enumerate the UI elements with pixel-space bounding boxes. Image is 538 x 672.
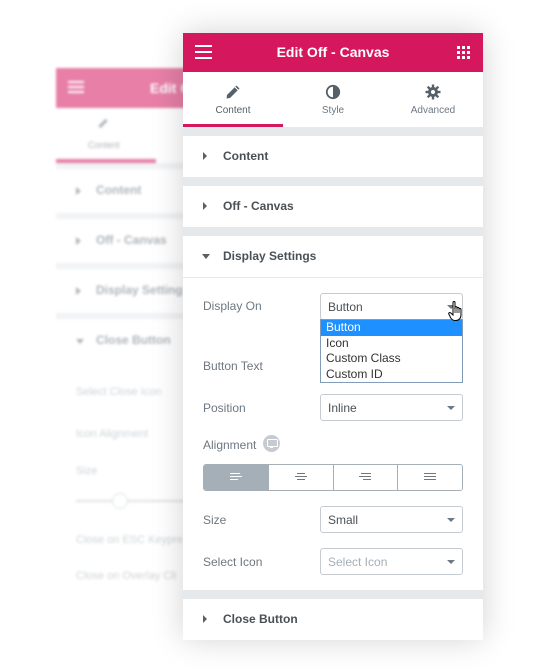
responsive-device-icon[interactable] bbox=[263, 435, 280, 452]
align-left-button[interactable] bbox=[204, 465, 269, 490]
screen: Edit O Content Content Off - Canvas Disp… bbox=[0, 0, 538, 672]
background-field-label: Select Close Icon bbox=[76, 386, 162, 398]
background-section-label: Close Button bbox=[96, 333, 171, 347]
background-field-label: Close on ESC Keypre bbox=[76, 534, 183, 546]
section-divider bbox=[183, 277, 483, 278]
panel-header: Edit Off - Canvas bbox=[183, 33, 483, 72]
tab-style[interactable]: Style bbox=[283, 72, 383, 127]
chevron-down-icon bbox=[447, 560, 455, 564]
caret-right-icon bbox=[203, 202, 207, 210]
hand-pointer-icon bbox=[448, 301, 462, 321]
tab-bar: Content Style Advanced bbox=[183, 72, 483, 127]
size-select[interactable]: Small bbox=[320, 506, 463, 533]
panel-title: Edit Off - Canvas bbox=[276, 44, 390, 60]
caret-icon bbox=[76, 187, 81, 195]
background-field-label: Icon Alignment bbox=[76, 428, 149, 440]
caret-icon bbox=[76, 287, 81, 295]
tab-content[interactable]: Content bbox=[183, 72, 283, 127]
caret-right-icon bbox=[203, 615, 207, 623]
background-pencil-icon bbox=[98, 118, 108, 129]
align-right-button[interactable] bbox=[333, 465, 399, 490]
tab-style-label: Style bbox=[321, 105, 345, 116]
select-icon-label: Select Icon bbox=[203, 555, 263, 569]
background-field-label: Close on Overlay Cli bbox=[76, 570, 177, 582]
section-display-settings[interactable]: Display Settings bbox=[183, 236, 483, 277]
section-separator bbox=[183, 590, 483, 599]
section-off-canvas-label: Off - Canvas bbox=[223, 199, 294, 213]
display-on-value: Button bbox=[328, 300, 363, 314]
editor-panel: Edit Off - Canvas Content Style Advanced… bbox=[183, 33, 483, 640]
position-label: Position bbox=[203, 401, 246, 415]
align-right-icon bbox=[359, 473, 372, 482]
contrast-icon bbox=[325, 84, 341, 100]
chevron-down-icon bbox=[447, 518, 455, 522]
gear-icon bbox=[425, 84, 441, 100]
dropdown-option-icon[interactable]: Icon bbox=[321, 336, 462, 352]
caret-down-icon bbox=[202, 254, 210, 259]
section-close-button[interactable]: Close Button bbox=[183, 599, 483, 640]
background-hamburger-icon bbox=[68, 81, 84, 93]
tab-advanced[interactable]: Advanced bbox=[383, 72, 483, 127]
align-justify-button[interactable] bbox=[398, 465, 462, 490]
dropdown-option-custom-class[interactable]: Custom Class bbox=[321, 351, 462, 367]
align-justify-icon bbox=[424, 473, 437, 482]
section-separator bbox=[183, 177, 483, 186]
section-content-label: Content bbox=[223, 149, 269, 163]
section-off-canvas[interactable]: Off - Canvas bbox=[183, 186, 483, 227]
dropdown-option-custom-id[interactable]: Custom ID bbox=[321, 367, 462, 383]
display-on-dropdown: Button Icon Custom Class Custom ID bbox=[320, 319, 463, 383]
chevron-down-icon bbox=[447, 406, 455, 410]
size-label: Size bbox=[203, 513, 227, 527]
align-center-button[interactable] bbox=[268, 465, 334, 490]
pencil-icon bbox=[226, 85, 240, 99]
display-on-label: Display On bbox=[203, 299, 262, 313]
section-display-settings-label: Display Settings bbox=[223, 249, 317, 263]
button-text-label: Button Text bbox=[203, 359, 263, 373]
select-icon-placeholder: Select Icon bbox=[328, 555, 388, 569]
caret-down-icon bbox=[76, 339, 84, 344]
background-tab-content: Content bbox=[56, 108, 156, 163]
tab-advanced-label: Advanced bbox=[410, 105, 456, 116]
caret-right-icon bbox=[203, 152, 207, 160]
alignment-label: Alignment bbox=[203, 438, 257, 452]
select-icon-select[interactable]: Select Icon bbox=[320, 548, 463, 575]
display-on-select[interactable]: Button bbox=[320, 293, 463, 320]
background-section-label: Content bbox=[96, 183, 142, 197]
tab-content-label: Content bbox=[215, 105, 251, 116]
background-field-label: Size bbox=[76, 465, 98, 477]
align-center-icon bbox=[294, 473, 307, 482]
section-close-button-label: Close Button bbox=[223, 612, 298, 626]
section-content[interactable]: Content bbox=[183, 136, 483, 177]
size-value: Small bbox=[328, 513, 359, 527]
grid-icon[interactable] bbox=[457, 46, 470, 59]
background-tab-label: Content bbox=[88, 140, 120, 150]
section-separator bbox=[183, 227, 483, 236]
position-select[interactable]: Inline bbox=[320, 394, 463, 421]
section-separator bbox=[183, 127, 483, 136]
background-section-label: Off - Canvas bbox=[96, 233, 167, 247]
alignment-button-group bbox=[203, 464, 463, 491]
background-section-label: Display Setting bbox=[96, 283, 183, 297]
dropdown-option-button[interactable]: Button bbox=[321, 320, 462, 336]
position-value: Inline bbox=[328, 401, 357, 415]
caret-icon bbox=[76, 237, 81, 245]
align-left-icon bbox=[229, 473, 242, 482]
